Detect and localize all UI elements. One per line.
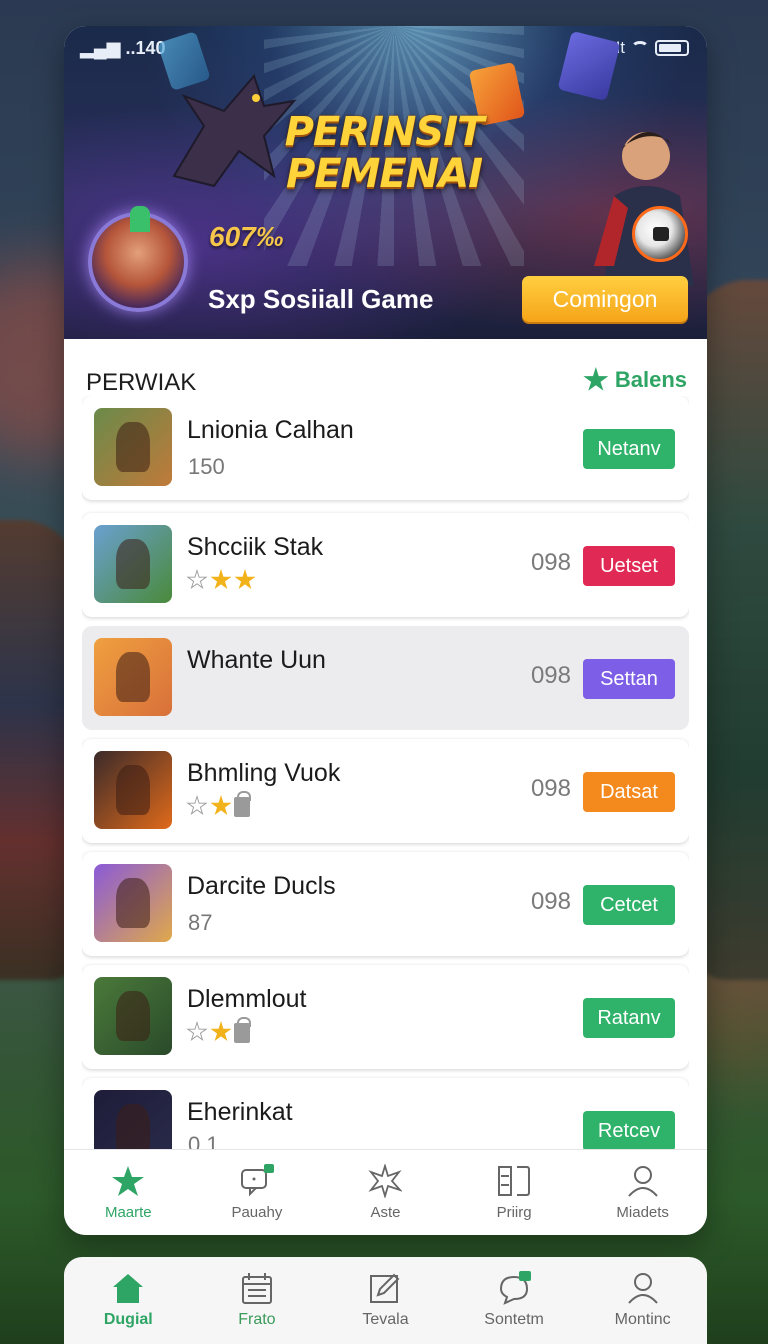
player-avatar[interactable] bbox=[88, 206, 188, 312]
tab-frato[interactable]: Frato bbox=[193, 1257, 322, 1344]
game-action-button[interactable]: Cetcet bbox=[583, 885, 675, 925]
game-thumbnail[interactable] bbox=[94, 864, 172, 942]
tab-miadets[interactable]: Miadets bbox=[578, 1150, 707, 1235]
inner-tab-bar: Maarte Pauahy Aste Priirg Miadets bbox=[64, 1149, 707, 1235]
hero-illustration bbox=[594, 131, 694, 286]
game-action-button[interactable]: Ratanv bbox=[583, 998, 675, 1038]
game-action-button[interactable]: Settan bbox=[583, 659, 675, 699]
signal-strength: ▂▄▆ ..140 bbox=[80, 38, 166, 58]
game-thumbnail[interactable] bbox=[94, 977, 172, 1055]
list-item[interactable]: Lnionia Calhan 150 Netanv bbox=[82, 396, 689, 500]
star-icon bbox=[112, 1166, 145, 1196]
game-list: Lnionia Calhan 150 Netanv Shcciik Stak 098 Ue… bbox=[82, 396, 689, 1149]
banner-subtitle: Sxp Sosiiall Game bbox=[208, 284, 434, 314]
banner-title: PERINSIT PEMENAI bbox=[284, 109, 485, 197]
calendar-icon bbox=[241, 1273, 272, 1304]
game-name: Dlemmlout bbox=[187, 985, 307, 1013]
list-item[interactable]: Eherinkat 0.1 Retcev bbox=[82, 1078, 689, 1149]
soccer-ball-icon[interactable] bbox=[632, 206, 688, 262]
list-item[interactable]: Bhmling Vuok 098 Datsat bbox=[82, 739, 689, 843]
profile-icon bbox=[627, 1273, 658, 1304]
star-icon bbox=[186, 569, 208, 590]
floating-card-2 bbox=[557, 30, 621, 102]
star-icon bbox=[210, 1021, 232, 1042]
section-link[interactable]: Balens bbox=[583, 367, 687, 393]
outer-tab-bar: Dugial Frato Tevala Sontetm Montinc bbox=[64, 1257, 707, 1344]
tab-pauahy[interactable]: Pauahy bbox=[193, 1150, 322, 1235]
game-action-button[interactable]: Netanv bbox=[583, 429, 675, 469]
game-action-button[interactable]: Uetset bbox=[583, 546, 675, 586]
game-count: 098 bbox=[530, 549, 571, 576]
lock-icon bbox=[234, 791, 251, 817]
game-thumbnail[interactable] bbox=[94, 525, 172, 603]
game-subtext: 150 bbox=[188, 454, 225, 479]
chat-icon bbox=[500, 1271, 532, 1305]
home-icon bbox=[113, 1274, 144, 1303]
phone-screen: ▂▄▆ ..140 Ht PERINSIT PEMENAI 607‰ Sxp S bbox=[64, 26, 707, 1235]
game-name: Shcciik Stak bbox=[187, 533, 324, 561]
tab-aste[interactable]: Aste bbox=[321, 1150, 450, 1235]
list-item[interactable]: Shcciik Stak 098 Uetset bbox=[82, 513, 689, 617]
star-icon bbox=[210, 569, 232, 590]
rating-stars bbox=[186, 791, 251, 817]
lock-icon bbox=[234, 1017, 251, 1043]
tab-dugial[interactable]: Dugial bbox=[64, 1257, 193, 1344]
cta-button[interactable]: Comingon bbox=[522, 276, 688, 322]
burst-icon bbox=[368, 1164, 403, 1198]
status-icons: Ht bbox=[608, 38, 689, 58]
promo-banner[interactable]: ▂▄▆ ..140 Ht PERINSIT PEMENAI 607‰ Sxp S bbox=[64, 26, 707, 339]
banner-score: 607‰ bbox=[209, 221, 284, 252]
battery-icon bbox=[655, 40, 689, 56]
game-thumbnail[interactable] bbox=[94, 408, 172, 486]
tab-tevala[interactable]: Tevala bbox=[321, 1257, 450, 1344]
rating-stars bbox=[186, 569, 256, 591]
wifi-icon bbox=[631, 41, 649, 55]
signal-icon: ▂▄▆ bbox=[80, 38, 121, 58]
star-icon bbox=[210, 795, 232, 816]
game-thumbnail[interactable] bbox=[94, 638, 172, 716]
star-icon bbox=[186, 1021, 208, 1042]
game-thumbnail[interactable] bbox=[94, 751, 172, 829]
star-icon bbox=[234, 569, 256, 590]
section-title: PERWIAK bbox=[86, 369, 197, 396]
chat-icon bbox=[240, 1164, 274, 1197]
game-count: 098 bbox=[530, 662, 571, 689]
profile-icon bbox=[627, 1166, 658, 1197]
list-item[interactable]: Whante Uun 098 Settan bbox=[82, 626, 689, 730]
game-name: Darcite Ducls bbox=[187, 872, 336, 900]
game-action-button[interactable]: Datsat bbox=[583, 772, 675, 812]
tab-maarte[interactable]: Maarte bbox=[64, 1150, 193, 1235]
game-name: Lnionia Calhan bbox=[187, 416, 354, 444]
list-item[interactable]: Dlemmlout Ratanv bbox=[82, 965, 689, 1069]
game-subtext: 87 bbox=[188, 910, 213, 935]
star-icon bbox=[186, 795, 208, 816]
tab-sontetm[interactable]: Sontetm bbox=[450, 1257, 579, 1344]
game-count: 098 bbox=[530, 888, 571, 915]
list-item[interactable]: Darcite Ducls 87 098 Cetcet bbox=[82, 852, 689, 956]
game-subtext: 0.1 bbox=[188, 1132, 219, 1149]
pricing-icon bbox=[498, 1166, 531, 1196]
tab-priirg[interactable]: Priirg bbox=[450, 1150, 579, 1235]
star-icon bbox=[583, 367, 609, 391]
tab-montinc[interactable]: Montinc bbox=[578, 1257, 707, 1344]
edit-icon bbox=[370, 1273, 400, 1303]
game-count: 098 bbox=[530, 775, 571, 802]
game-name: Bhmling Vuok bbox=[187, 759, 341, 787]
game-thumbnail[interactable] bbox=[94, 1090, 172, 1149]
game-name: Whante Uun bbox=[187, 646, 326, 674]
game-action-button[interactable]: Retcev bbox=[583, 1111, 675, 1149]
rating-stars bbox=[186, 1017, 251, 1043]
game-name: Eherinkat bbox=[187, 1098, 293, 1126]
